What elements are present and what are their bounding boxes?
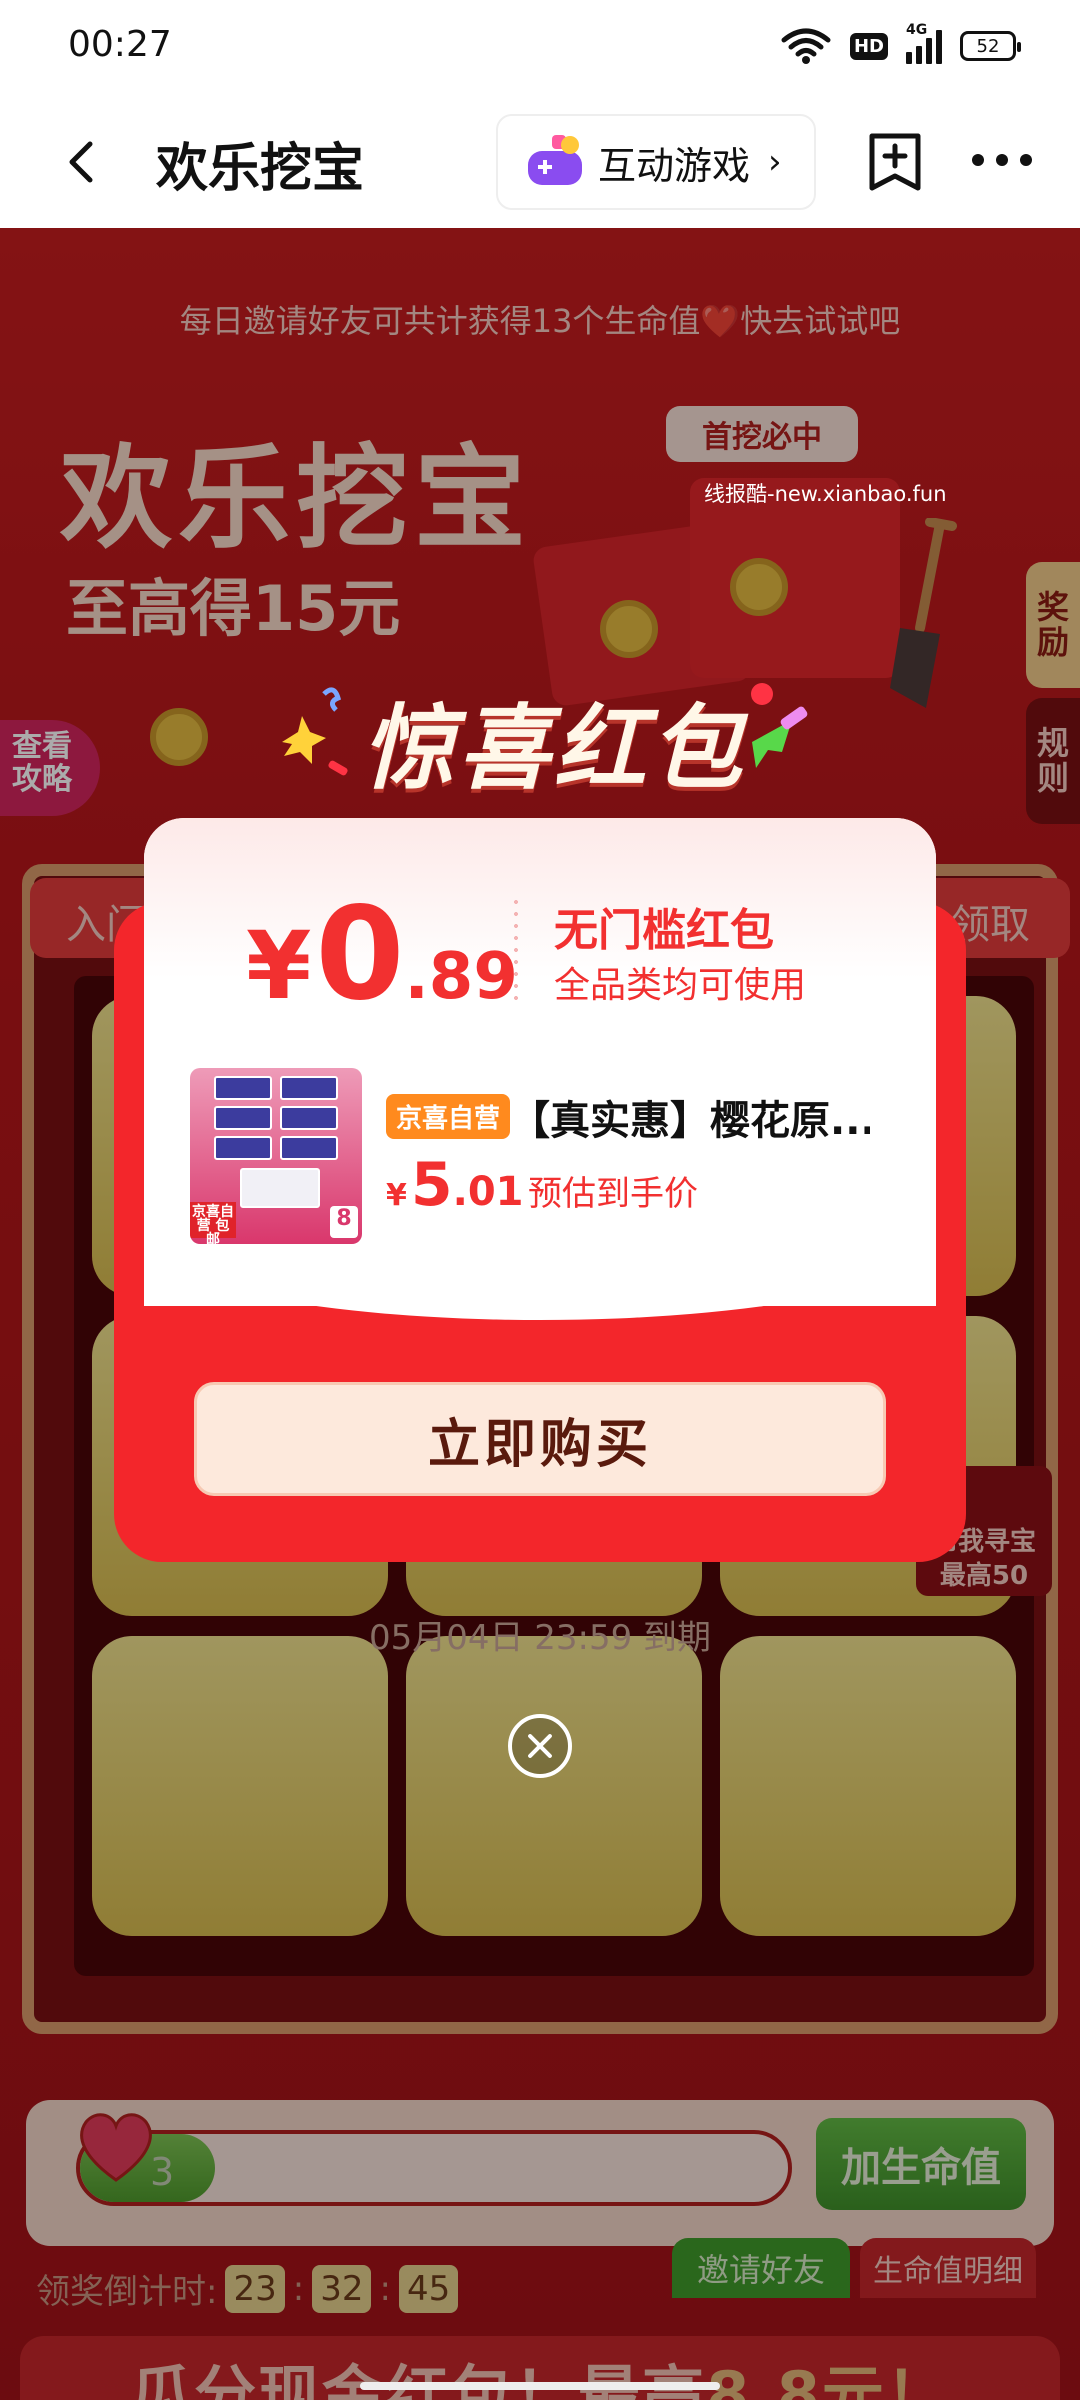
status-icons: HD 4G 52: [780, 22, 1021, 64]
more-dot: [996, 154, 1008, 166]
page-title: 欢乐挖宝: [156, 139, 365, 199]
buy-now-button[interactable]: 立即购买: [194, 1382, 886, 1496]
interactive-games-button[interactable]: 互动游戏 ›: [496, 114, 816, 210]
status-time: 00:27: [68, 24, 172, 65]
dotted-divider: [514, 896, 518, 1006]
product-name[interactable]: 【真实惠】樱花原...: [510, 1088, 870, 1146]
more-button[interactable]: [972, 154, 1032, 166]
shop-tag: 京喜自营: [386, 1094, 511, 1139]
hd-icon: HD: [849, 32, 888, 60]
game-controller-icon: [528, 135, 582, 185]
back-arrow-icon: [69, 141, 93, 183]
product-image-count: 8: [330, 1206, 358, 1238]
battery-level: 52: [976, 35, 1000, 57]
home-indicator[interactable]: [360, 2382, 720, 2390]
bookmark-add-icon: [869, 133, 921, 191]
watermark: 线报酷-new.xianbao.fun: [704, 482, 947, 506]
coupon-title: 无门槛红包: [554, 905, 774, 956]
bookmark-add-button[interactable]: [864, 130, 926, 194]
price-currency: ¥: [386, 1178, 407, 1213]
chevron-right-icon: ›: [768, 142, 782, 182]
price-decimal: .01: [452, 1169, 524, 1215]
cellular-signal-icon: 4G: [906, 22, 942, 64]
more-dot: [1020, 154, 1032, 166]
battery-icon: 52: [960, 31, 1021, 61]
coupon-amount-decimal: .89: [404, 940, 518, 1014]
back-button[interactable]: [52, 132, 112, 192]
more-dot: [972, 154, 984, 166]
coupon-currency: ¥: [246, 912, 312, 1021]
network-type-label: 4G: [906, 22, 928, 38]
price-note: 预估到手价: [528, 1174, 698, 1214]
coupon-amount: ¥ 0 .89: [246, 880, 518, 1029]
modal-title: 惊喜红包: [362, 695, 747, 802]
product-image-tag: 京喜自营 包邮: [190, 1202, 236, 1244]
product-price: ¥ 5 .01: [386, 1150, 523, 1220]
price-integer: 5: [410, 1150, 453, 1220]
status-bar: 00:27 HD 4G 52: [0, 0, 1080, 96]
product-image[interactable]: 京喜自营 包邮 8: [190, 1068, 362, 1244]
wifi-icon: [781, 28, 831, 64]
close-icon[interactable]: [508, 1714, 572, 1778]
interactive-games-label: 互动游戏: [598, 143, 751, 188]
coupon-description: 全品类均可使用: [554, 965, 807, 1006]
coupon-amount-integer: 0: [315, 880, 405, 1029]
nav-bar: 欢乐挖宝 互动游戏 ›: [0, 96, 1080, 228]
